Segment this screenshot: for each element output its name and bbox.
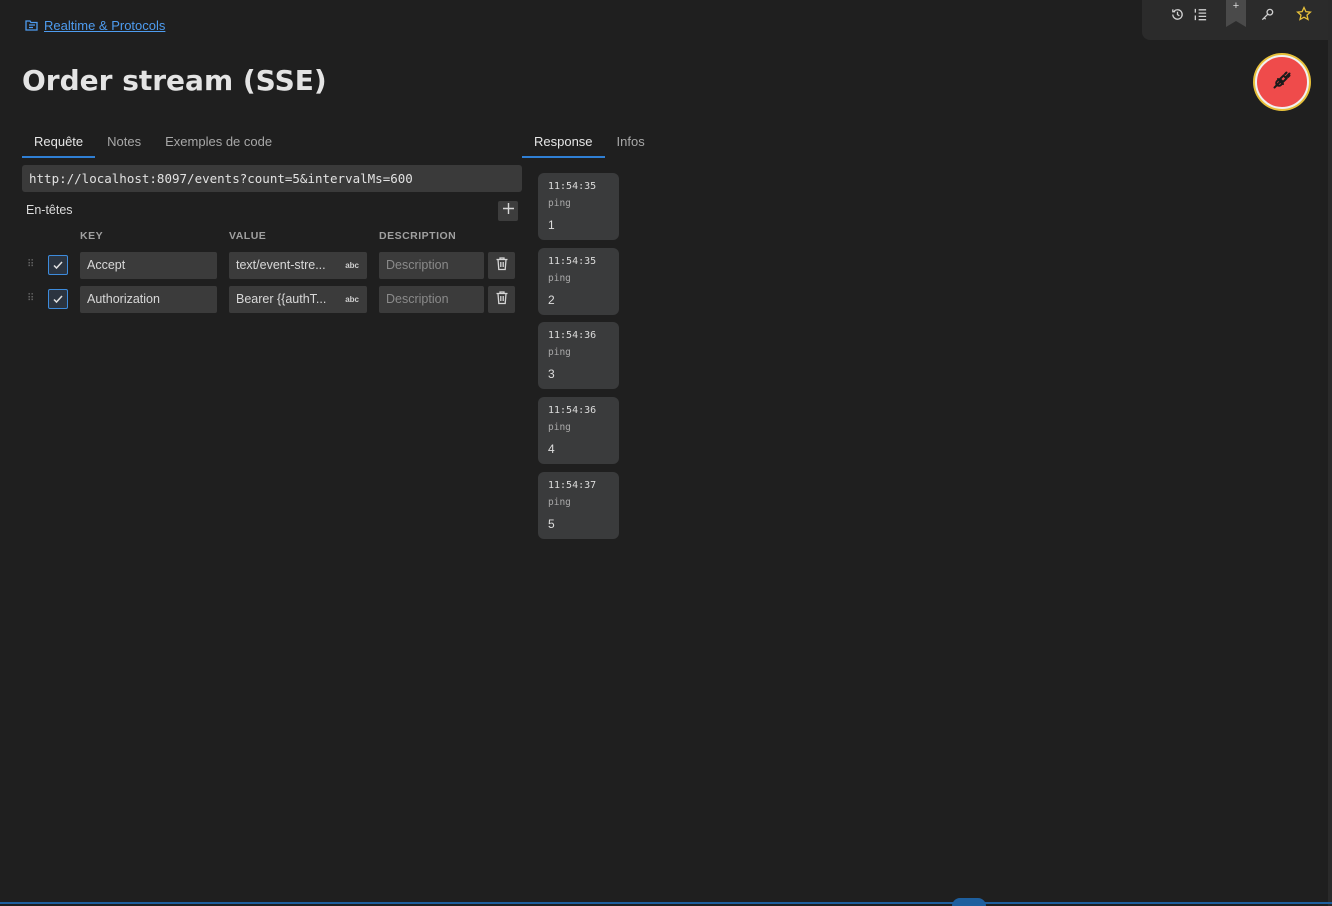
response-tabs: Response Infos [522, 128, 657, 158]
tab-infos[interactable]: Infos [605, 128, 657, 152]
url-input[interactable]: http://localhost:8097/events?count=5&int… [22, 165, 522, 192]
trash-icon [495, 256, 509, 276]
breadcrumb-link[interactable]: Realtime & Protocols [44, 18, 165, 33]
event-data: 2 [548, 293, 555, 307]
event-type: ping [548, 347, 571, 358]
header-enabled-checkbox[interactable] [48, 255, 68, 275]
key-icon[interactable] [1257, 4, 1277, 24]
event-type: ping [548, 273, 571, 284]
collection-icon [24, 17, 40, 33]
event-type: ping [548, 198, 571, 209]
header-value-text: Bearer {{authT... [236, 292, 327, 306]
trash-icon [495, 290, 509, 310]
drag-handle-icon[interactable]: ⠿ [27, 294, 34, 304]
value-type-badge[interactable]: abc [345, 252, 359, 279]
event-data: 4 [548, 442, 555, 456]
sse-event-card: 11:54:36 ping 3 [538, 322, 619, 389]
event-data: 5 [548, 517, 555, 531]
history-icon[interactable] [1167, 4, 1187, 24]
breadcrumb: Realtime & Protocols [24, 17, 165, 33]
star-icon[interactable] [1294, 4, 1314, 24]
add-header-button[interactable] [498, 201, 518, 221]
connect-button[interactable] [1255, 55, 1309, 109]
event-time: 11:54:37 [548, 480, 597, 491]
bottom-divider [0, 902, 1332, 904]
bottom-handle[interactable] [952, 898, 986, 906]
header-value-input[interactable]: Bearer {{authT... abc [229, 286, 367, 313]
list-icon[interactable] [1190, 4, 1210, 24]
header-value-text: text/event-stre... [236, 258, 326, 272]
column-header-key: KEY [80, 230, 104, 242]
top-toolbar: + [1142, 0, 1332, 40]
tab-requete[interactable]: Requête [22, 128, 96, 158]
header-key-input[interactable]: Accept [80, 252, 217, 279]
sse-event-card: 11:54:35 ping 1 [538, 173, 619, 240]
tab-code-examples[interactable]: Exemples de code [153, 128, 284, 152]
column-header-description: DESCRIPTION [379, 230, 457, 242]
event-data: 3 [548, 367, 555, 381]
header-description-input[interactable]: Description [379, 286, 484, 313]
event-time: 11:54:36 [548, 405, 597, 416]
window-right-edge [1328, 0, 1332, 906]
drag-handle-icon[interactable]: ⠿ [27, 260, 34, 270]
value-type-badge[interactable]: abc [345, 286, 359, 313]
tab-notes[interactable]: Notes [95, 128, 153, 152]
plus-icon [502, 202, 515, 220]
event-type: ping [548, 422, 571, 433]
event-data: 1 [548, 218, 555, 232]
headers-section-label: En-têtes [26, 203, 73, 217]
header-key-input[interactable]: Authorization [80, 286, 217, 313]
delete-header-button[interactable] [488, 252, 515, 279]
page-title: Order stream (SSE) [22, 64, 327, 97]
delete-header-button[interactable] [488, 286, 515, 313]
request-tabs: Requête Notes Exemples de code [22, 128, 284, 158]
header-description-input[interactable]: Description [379, 252, 484, 279]
header-value-input[interactable]: text/event-stre... abc [229, 252, 367, 279]
event-time: 11:54:36 [548, 330, 597, 341]
sse-event-card: 11:54:35 ping 2 [538, 248, 619, 315]
sse-event-card: 11:54:37 ping 5 [538, 472, 619, 539]
event-type: ping [548, 497, 571, 508]
tab-response[interactable]: Response [522, 128, 605, 158]
event-time: 11:54:35 [548, 181, 597, 192]
plug-icon [1269, 67, 1295, 98]
bookmark-plus-label: + [1232, 0, 1240, 12]
column-header-value: VALUE [229, 230, 267, 242]
sse-event-card: 11:54:36 ping 4 [538, 397, 619, 464]
event-time: 11:54:35 [548, 256, 597, 267]
header-enabled-checkbox[interactable] [48, 289, 68, 309]
